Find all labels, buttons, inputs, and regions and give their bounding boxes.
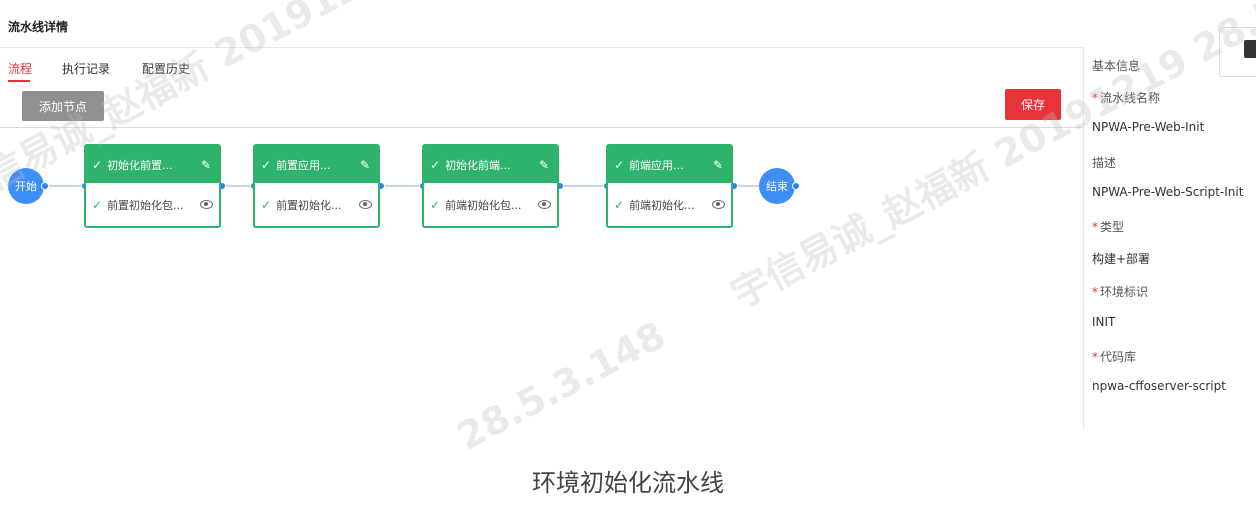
add-node-button[interactable]: 添加节点	[22, 91, 104, 121]
info-panel-title: 基本信息	[1092, 59, 1141, 73]
connector-line	[44, 185, 84, 187]
node-title: 前置应用...	[276, 158, 331, 172]
pencil-icon[interactable]: ✎	[201, 158, 211, 172]
save-button[interactable]: 保存	[1005, 89, 1061, 120]
field-value-env: INIT	[1092, 315, 1116, 329]
eye-icon[interactable]	[538, 200, 551, 209]
field-value-repo: npwa-cffoserver-script	[1092, 379, 1226, 393]
eye-icon[interactable]	[200, 200, 213, 209]
field-label-description: 描述	[1092, 156, 1117, 170]
node-header: ✓ 初始化前端... ✎	[424, 146, 557, 183]
field-label-text: 环境标识	[1100, 285, 1149, 299]
field-label-type: * 类型	[1092, 218, 1124, 235]
field-label-repo: * 代码库	[1092, 348, 1136, 365]
pipeline-node[interactable]: ✓ 前置应用... ✎ ✓ 前置初始化...	[253, 144, 380, 228]
field-label-pipeline-name: * 流水线名称	[1092, 89, 1160, 106]
connector-line	[559, 185, 606, 187]
figure-caption: 环境初始化流水线	[532, 469, 724, 497]
check-icon: ✓	[92, 157, 103, 172]
required-mark: *	[1092, 220, 1098, 234]
check-icon: ✓	[92, 197, 103, 212]
node-step-label: 前置初始化...	[276, 198, 342, 212]
required-mark: *	[1092, 350, 1098, 364]
tab-flow[interactable]: 流程	[8, 60, 32, 77]
tab-execution-history[interactable]: 执行记录	[62, 60, 110, 77]
pipeline-node[interactable]: ✓ 前端应用... ✎ ✓ 前端初始化...	[606, 144, 733, 228]
connector-port	[792, 182, 800, 190]
end-node[interactable]: 结束	[759, 168, 795, 204]
required-mark: *	[1092, 91, 1098, 105]
node-step: ✓ 前端初始化...	[608, 183, 731, 226]
field-value-type: 构建+部署	[1092, 252, 1151, 266]
check-icon: ✓	[430, 197, 441, 212]
field-value-pipeline-name: NPWA-Pre-Web-Init	[1092, 120, 1205, 134]
pipeline-node[interactable]: ✓ 初始化前置... ✎ ✓ 前置初始化包...	[84, 144, 221, 228]
connector-line	[380, 185, 422, 187]
tab-active-underline	[8, 80, 30, 82]
panel-toggle-icon	[1244, 40, 1256, 58]
pipeline-node[interactable]: ✓ 初始化前端... ✎ ✓ 前端初始化包...	[422, 144, 559, 228]
field-label-text: 类型	[1100, 220, 1125, 234]
check-icon: ✓	[614, 197, 625, 212]
node-header: ✓ 前置应用... ✎	[255, 146, 378, 183]
node-header: ✓ 初始化前置... ✎	[86, 146, 219, 183]
node-step-label: 前端初始化...	[629, 198, 695, 212]
watermark-ip: 28.5.3.148	[450, 312, 673, 459]
node-step: ✓ 前置初始化...	[255, 183, 378, 226]
eye-icon[interactable]	[359, 200, 372, 209]
start-node[interactable]: 开始	[8, 168, 44, 204]
floating-corner-button[interactable]	[1219, 27, 1256, 77]
eye-icon[interactable]	[712, 200, 725, 209]
check-icon: ✓	[614, 157, 625, 172]
info-panel-divider	[1083, 47, 1084, 430]
check-icon: ✓	[261, 197, 272, 212]
connector-port	[41, 182, 49, 190]
header-divider	[0, 47, 1083, 48]
node-step-label: 前置初始化包...	[107, 198, 184, 212]
node-title: 初始化前端...	[445, 158, 511, 172]
page-title: 流水线详情	[8, 20, 69, 34]
check-icon: ✓	[430, 157, 441, 172]
field-label-env: * 环境标识	[1092, 283, 1148, 300]
pencil-icon[interactable]: ✎	[539, 158, 549, 172]
toolbar-divider	[0, 127, 1083, 128]
node-header: ✓ 前端应用... ✎	[608, 146, 731, 183]
node-title: 初始化前置...	[107, 158, 173, 172]
node-step-label: 前端初始化包...	[445, 198, 522, 212]
tab-config-history[interactable]: 配置历史	[142, 60, 190, 77]
field-label-text: 流水线名称	[1100, 91, 1161, 105]
field-value-description: NPWA-Pre-Web-Script-Init	[1092, 185, 1244, 199]
node-step: ✓ 前置初始化包...	[86, 183, 219, 226]
node-title: 前端应用...	[629, 158, 684, 172]
pencil-icon[interactable]: ✎	[713, 158, 723, 172]
required-mark: *	[1092, 285, 1098, 299]
check-icon: ✓	[261, 157, 272, 172]
pencil-icon[interactable]: ✎	[360, 158, 370, 172]
node-step: ✓ 前端初始化包...	[424, 183, 557, 226]
field-label-text: 代码库	[1100, 350, 1137, 364]
